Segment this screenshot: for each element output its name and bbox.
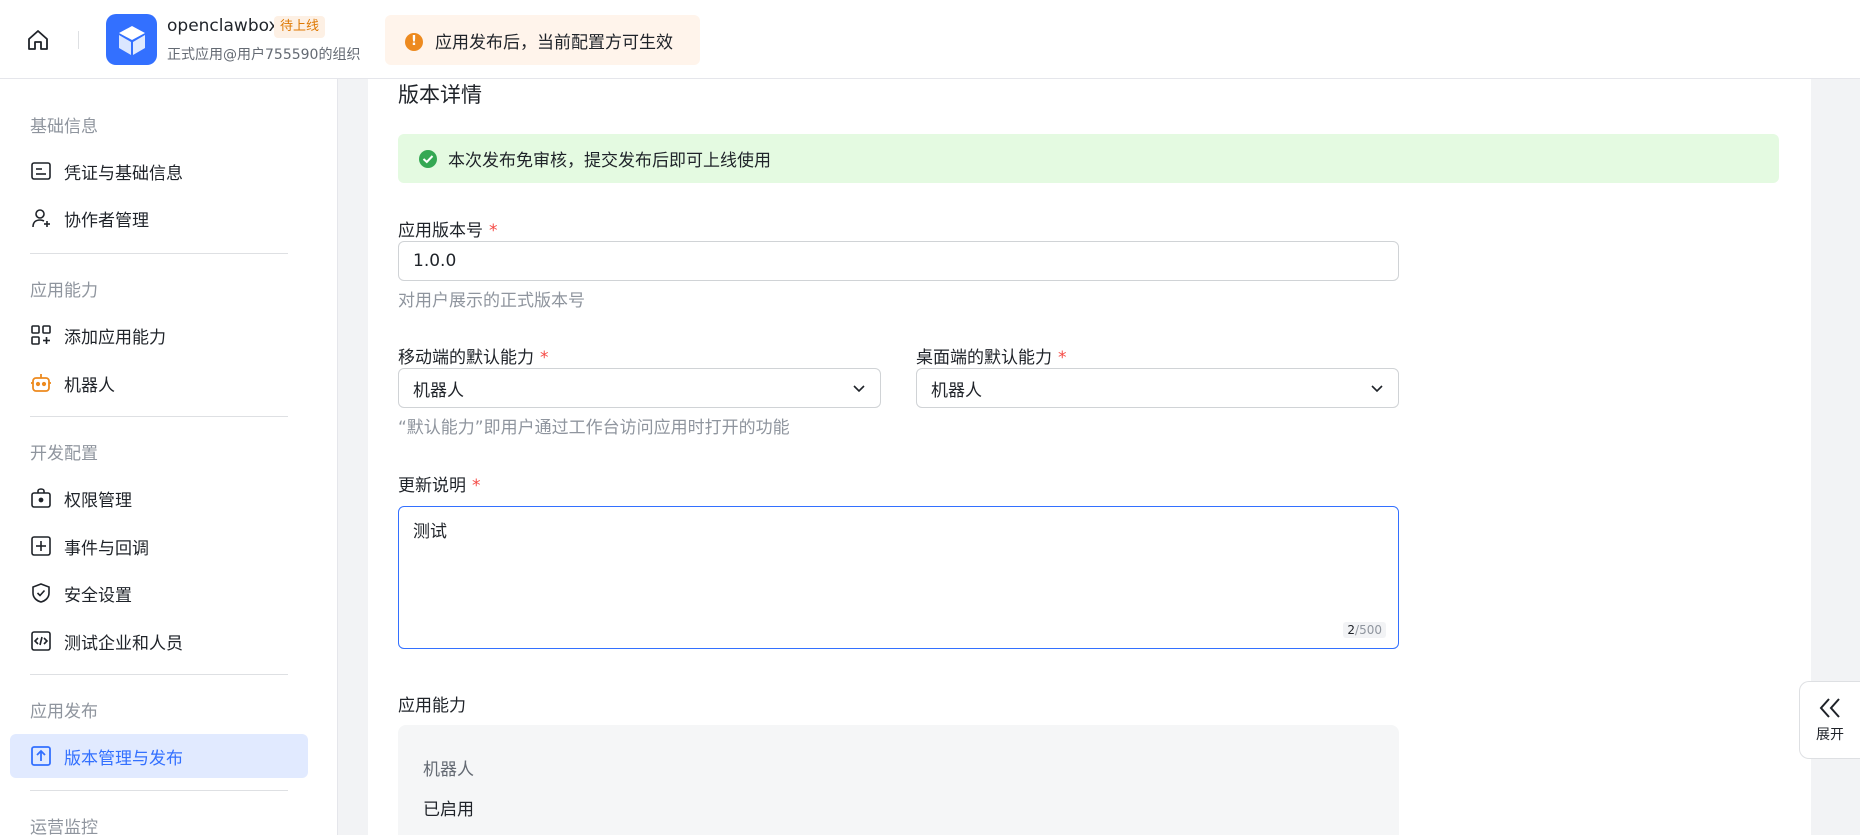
sidebar-section-publish: 应用发布 bbox=[30, 702, 98, 722]
user-add-icon bbox=[32, 209, 50, 228]
sidebar: 基础信息 凭证与基础信息 协作者管理 应用能力 添加应用能力 机器人 开发配置 … bbox=[0, 79, 338, 835]
required-mark: * bbox=[489, 221, 498, 241]
publish-notice-text: 应用发布后，当前配置方可生效 bbox=[435, 32, 673, 53]
id-card-icon bbox=[31, 162, 51, 180]
version-hint: 对用户展示的正式版本号 bbox=[398, 291, 585, 311]
version-label-text: 应用版本号 bbox=[398, 221, 483, 241]
event-icon bbox=[31, 536, 51, 556]
capability-name: 机器人 bbox=[423, 760, 474, 780]
version-label: 应用版本号 * bbox=[398, 216, 498, 241]
desktop-default-label: 桌面端的默认能力 * bbox=[916, 343, 1067, 368]
char-count: 2 bbox=[1347, 623, 1356, 637]
sidebar-section-capabilities: 应用能力 bbox=[30, 281, 98, 301]
warning-icon: ! bbox=[405, 33, 423, 51]
version-input-value: 1.0.0 bbox=[413, 251, 457, 271]
app-logo-icon bbox=[106, 14, 157, 65]
success-banner: 本次发布免审核，提交发布后即可上线使用 bbox=[398, 134, 1779, 183]
expand-button[interactable]: 展开 bbox=[1799, 681, 1860, 759]
sidebar-item-label: 凭证与基础信息 bbox=[64, 163, 183, 184]
desktop-default-select[interactable]: 机器人 bbox=[916, 368, 1399, 408]
sidebar-item-label: 测试企业和人员 bbox=[64, 633, 183, 654]
sidebar-item-label: 协作者管理 bbox=[64, 210, 149, 231]
sidebar-item-test-org[interactable]: 测试企业和人员 bbox=[10, 619, 308, 663]
app-name: openclawbox bbox=[167, 16, 279, 36]
check-circle-icon bbox=[419, 149, 437, 168]
required-mark: * bbox=[540, 348, 549, 368]
capabilities-label: 应用能力 bbox=[398, 696, 466, 716]
code-icon bbox=[31, 631, 51, 651]
apps-add-icon bbox=[31, 325, 51, 345]
publish-notice: ! 应用发布后，当前配置方可生效 bbox=[385, 15, 700, 65]
header-divider bbox=[78, 31, 79, 49]
sidebar-item-credentials[interactable]: 凭证与基础信息 bbox=[10, 149, 308, 193]
sidebar-section-dev: 开发配置 bbox=[30, 444, 98, 464]
home-icon[interactable] bbox=[26, 28, 50, 52]
update-notes-label-text: 更新说明 bbox=[398, 476, 466, 496]
app-status-badge: 待上线 bbox=[274, 16, 326, 38]
robot-icon bbox=[31, 374, 51, 392]
mobile-default-label-text: 移动端的默认能力 bbox=[398, 348, 534, 368]
chevron-down-icon bbox=[853, 385, 865, 393]
sidebar-item-add-capability[interactable]: 添加应用能力 bbox=[10, 313, 308, 357]
sidebar-item-label: 安全设置 bbox=[64, 585, 132, 606]
expand-label: 展开 bbox=[1816, 727, 1844, 743]
shield-check-icon bbox=[32, 583, 50, 603]
update-notes-value: 测试 bbox=[413, 522, 447, 542]
sidebar-divider bbox=[30, 790, 288, 791]
sidebar-item-label: 权限管理 bbox=[64, 490, 132, 511]
required-mark: * bbox=[472, 476, 481, 496]
version-input[interactable]: 1.0.0 bbox=[398, 241, 1399, 281]
capability-card: 机器人 已启用 bbox=[398, 725, 1399, 835]
mobile-default-label: 移动端的默认能力 * bbox=[398, 343, 549, 368]
desktop-default-value: 机器人 bbox=[931, 380, 982, 401]
mobile-default-select[interactable]: 机器人 bbox=[398, 368, 881, 408]
double-chevron-left-icon bbox=[1819, 698, 1840, 718]
capability-status: 已启用 bbox=[423, 800, 474, 820]
sidebar-divider bbox=[30, 253, 288, 254]
required-mark: * bbox=[1058, 348, 1067, 368]
sidebar-item-label: 版本管理与发布 bbox=[64, 748, 183, 769]
sidebar-item-collaborators[interactable]: 协作者管理 bbox=[10, 196, 308, 240]
sidebar-item-label: 机器人 bbox=[64, 375, 115, 396]
sidebar-item-permissions[interactable]: 权限管理 bbox=[10, 476, 308, 520]
desktop-default-label-text: 桌面端的默认能力 bbox=[916, 348, 1052, 368]
sidebar-item-version-publish[interactable]: 版本管理与发布 bbox=[10, 734, 308, 778]
sidebar-section-basic: 基础信息 bbox=[30, 117, 98, 137]
success-banner-text: 本次发布免审核，提交发布后即可上线使用 bbox=[448, 151, 771, 171]
lock-box-icon bbox=[31, 488, 51, 508]
sidebar-item-events[interactable]: 事件与回调 bbox=[10, 524, 308, 568]
top-header: openclawbox 待上线 正式应用@用户755590的组织 ! 应用发布后… bbox=[0, 0, 1860, 79]
mobile-default-value: 机器人 bbox=[413, 380, 464, 401]
sidebar-section-monitoring: 运营监控 bbox=[30, 818, 98, 835]
chevron-down-icon bbox=[1371, 385, 1383, 393]
sidebar-item-label: 事件与回调 bbox=[64, 538, 149, 559]
update-notes-label: 更新说明 * bbox=[398, 471, 481, 496]
sidebar-item-security[interactable]: 安全设置 bbox=[10, 571, 308, 615]
sidebar-item-robot[interactable]: 机器人 bbox=[10, 361, 308, 405]
sidebar-divider bbox=[30, 674, 288, 675]
sidebar-item-label: 添加应用能力 bbox=[64, 327, 166, 348]
upload-icon bbox=[31, 746, 51, 766]
page-title: 版本详情 bbox=[398, 83, 482, 107]
char-max: /500 bbox=[1355, 623, 1382, 637]
version-detail-card: 版本详情 本次发布免审核，提交发布后即可上线使用 应用版本号 * 1.0.0 对用… bbox=[368, 79, 1811, 835]
char-counter: 2/500 bbox=[1343, 622, 1386, 638]
sidebar-divider bbox=[30, 416, 288, 417]
update-notes-textarea[interactable]: 测试 2/500 bbox=[398, 506, 1399, 649]
app-org: 正式应用@用户755590的组织 bbox=[167, 47, 361, 63]
default-capability-hint: “默认能力”即用户通过工作台访问应用时打开的功能 bbox=[398, 418, 790, 438]
